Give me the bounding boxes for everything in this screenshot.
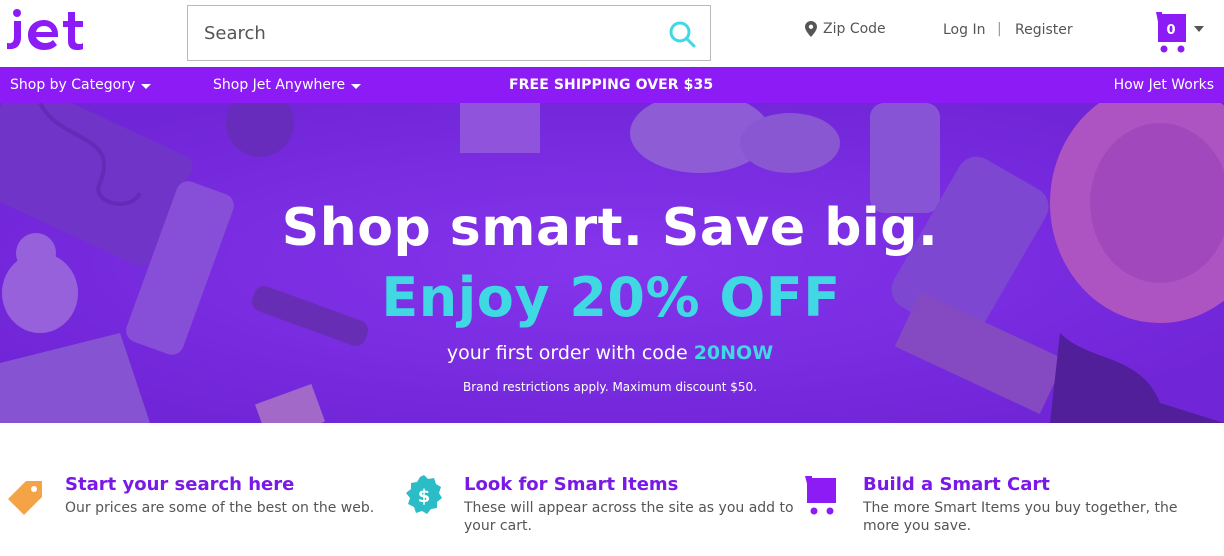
header-separator: | [997, 21, 1002, 37]
cart-dropdown-caret-icon[interactable] [1194, 26, 1204, 32]
hero-products-background [0, 103, 1224, 423]
hero-title: Shop smart. Save big. [281, 198, 939, 258]
register-link[interactable]: Register [1015, 22, 1073, 38]
feature-title[interactable]: Look for Smart Items [464, 474, 678, 495]
feature-text: The more Smart Items you buy together, t… [863, 500, 1178, 534]
jet-logo[interactable]: jet [6, 8, 98, 52]
hero-promo-prefix: your first order with code [446, 342, 688, 364]
chevron-down-icon [351, 83, 362, 89]
search-input[interactable] [188, 6, 658, 60]
cart-icon [805, 476, 836, 515]
feature-text: Our prices are some of the best on the w… [65, 500, 375, 516]
nav-how-jet-works[interactable]: How Jet Works [1114, 77, 1214, 93]
free-shipping-banner[interactable]: FREE SHIPPING OVER $35 [509, 77, 713, 93]
svg-text:$: $ [418, 486, 431, 507]
chevron-down-icon [141, 83, 152, 89]
site-header: jet Zip Code Log In | Register 0 [0, 0, 1224, 67]
price-tag-icon [8, 481, 42, 515]
search-icon[interactable] [668, 20, 696, 48]
zip-code-link[interactable]: Zip Code [805, 21, 886, 37]
feature-text: These will appear across the site as you… [464, 500, 794, 534]
cart-button[interactable]: 0 [1154, 10, 1208, 56]
location-pin-icon [805, 21, 817, 37]
main-nav: Shop by Category Shop Jet Anywhere FREE … [0, 67, 1224, 103]
nav-shop-jet-anywhere[interactable]: Shop Jet Anywhere [213, 77, 362, 93]
hero-banner[interactable]: Shop smart. Save big. Enjoy 20% OFF your… [0, 103, 1224, 423]
nav-shop-by-category-label: Shop by Category [10, 77, 136, 93]
nav-shop-by-category[interactable]: Shop by Category [10, 77, 152, 93]
feature-title[interactable]: Build a Smart Cart [863, 474, 1050, 495]
promo-code: 20NOW [693, 342, 774, 364]
cart-count: 0 [1166, 23, 1176, 38]
dollar-badge-icon: $ [406, 475, 442, 514]
log-in-link[interactable]: Log In [943, 22, 985, 38]
hero-offer: Enjoy 20% OFF [381, 266, 841, 329]
zip-code-label: Zip Code [823, 21, 886, 37]
search-box [187, 5, 711, 61]
nav-shop-jet-anywhere-label: Shop Jet Anywhere [213, 77, 346, 93]
hero-promo-line: your first order with code 20NOW [0, 342, 1220, 364]
feature-title[interactable]: Start your search here [65, 474, 294, 495]
hero-fine-print: Brand restrictions apply. Maximum discou… [463, 380, 757, 394]
